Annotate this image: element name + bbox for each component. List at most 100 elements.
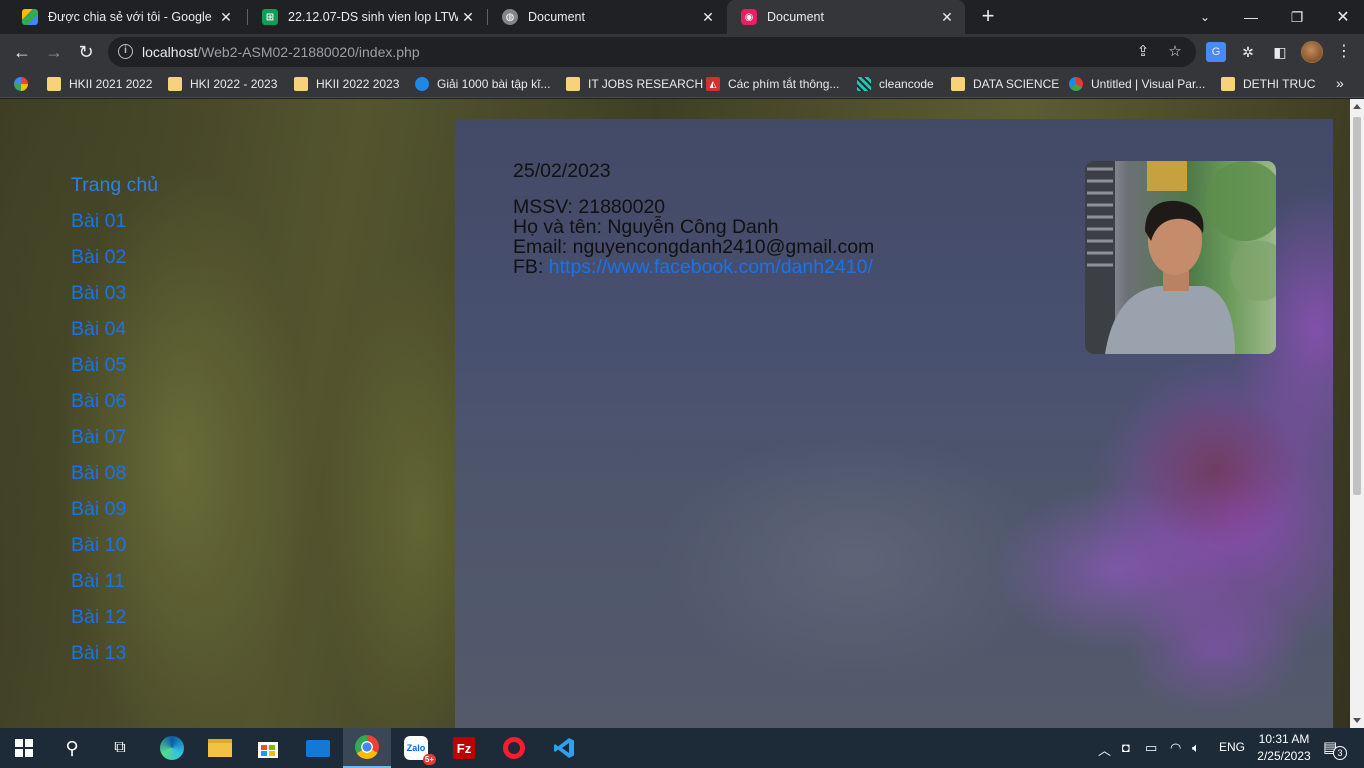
forward-icon[interactable]: → [40,38,68,66]
side-nav: Trang chủ Bài 01 Bài 02 Bài 03 Bài 04 Bà… [71,167,158,671]
close-tab-icon[interactable]: ✕ [458,9,478,26]
nav-link-bai-04[interactable]: Bài 04 [71,311,158,347]
meet-now-icon[interactable]: ◘ [1122,740,1130,755]
battery-icon[interactable]: ▭ [1145,740,1157,756]
search-icon[interactable]: ⚲ [48,728,96,768]
name-label: Họ và tên: [513,216,602,238]
close-tab-icon[interactable]: ✕ [937,9,957,26]
facebook-link[interactable]: https://www.facebook.com/danh2410/ [549,256,873,278]
tab-google-sheets[interactable]: ⊞ 22.12.07-DS sinh vien lop LTWeb ✕ [248,0,486,34]
windows-start-icon[interactable] [0,728,48,768]
google-translate-icon[interactable]: G [1206,42,1226,62]
scroll-thumb[interactable] [1353,117,1361,495]
close-tab-icon[interactable]: ✕ [698,9,718,26]
menu-icon[interactable]: ⋮ [1334,42,1354,62]
nav-link-bai-08[interactable]: Bài 08 [71,455,158,491]
zalo-icon[interactable]: Zalo 5+ [392,728,440,768]
volume-icon[interactable]: 🔈︎ [1192,740,1200,756]
nav-link-bai-01[interactable]: Bài 01 [71,203,158,239]
bookmark-hki-2022-2023[interactable]: HKI 2022 - 2023 [168,75,277,93]
bookmark-label: Các phím tắt thông... [728,77,840,91]
nav-link-bai-03[interactable]: Bài 03 [71,275,158,311]
window-close-icon[interactable]: ✕ [1320,0,1364,34]
nav-link-home[interactable]: Trang chủ [71,167,158,203]
profile-avatar[interactable] [1301,41,1323,63]
bookmark-giai-1000-bai-tap[interactable]: Giải 1000 bài tập kĩ... [415,75,550,93]
student-info: MSSV: 21880020 Họ và tên: Nguyễn Công Da… [513,197,874,277]
url-path: /Web2-ASM02-21880020/index.php [197,44,420,60]
bookmark-dethi-truc[interactable]: DETHI TRUC [1221,75,1315,93]
opera-icon[interactable] [490,728,538,768]
bookmark-label: DATA SCIENCE [973,77,1060,91]
email-value: nguyencongdanh2410@gmail.com [572,236,875,258]
bookmark-star-icon[interactable]: ☆ [1166,43,1184,61]
nav-link-bai-10[interactable]: Bài 10 [71,527,158,563]
wifi-icon[interactable]: ◠ [1170,740,1181,756]
language-indicator[interactable]: ENG [1219,740,1245,754]
name-value: Nguyễn Công Danh [607,216,779,238]
tray-overflow-icon[interactable]: ︿ [1098,740,1111,759]
tab-google-drive[interactable]: Được chia sẻ với tôi - Google Drive ✕ [8,0,244,34]
system-clock[interactable]: 10:31 AM 2/25/2023 [1253,731,1315,765]
chrome-icon[interactable] [343,728,391,768]
file-explorer-icon[interactable] [196,728,244,768]
windows-taskbar: ⚲ ⧉ Zalo 5+ Fz ︿ ◘ ▭ ◠ 🔈︎ ENG 10:31 AM 2… [0,728,1364,768]
nav-link-bai-13[interactable]: Bài 13 [71,635,158,671]
address-bar[interactable]: i localhost/Web2-ASM02-21880020/index.ph… [108,37,1196,67]
nav-link-bai-12[interactable]: Bài 12 [71,599,158,635]
browser-toolbar: ← → ↻ i localhost/Web2-ASM02-21880020/in… [0,34,1364,70]
bookmark-hkii-2021-2022[interactable]: HKII 2021 2022 [47,75,152,93]
filezilla-icon[interactable]: Fz [440,728,488,768]
mssv-value: 21880020 [578,196,666,218]
nav-link-bai-09[interactable]: Bài 09 [71,491,158,527]
email-label: Email: [513,236,568,258]
url-text[interactable]: localhost/Web2-ASM02-21880020/index.php [142,44,420,60]
tab-document-active[interactable]: ◉ Document ✕ [727,0,965,34]
side-panel-icon[interactable]: ◧ [1270,42,1290,62]
back-icon[interactable]: ← [8,38,36,66]
nav-link-bai-05[interactable]: Bài 05 [71,347,158,383]
page-date: 25/02/2023 [513,160,611,182]
tab-search-icon[interactable]: ⌄ [1182,0,1228,34]
google-icon[interactable] [14,75,28,93]
bookmark-data-science[interactable]: DATA SCIENCE [951,75,1059,93]
reload-icon[interactable]: ↻ [72,38,100,66]
tab-title: 22.12.07-DS sinh vien lop LTWeb [288,10,458,24]
nav-link-bai-11[interactable]: Bài 11 [71,563,158,599]
notification-center-icon[interactable]: ▤ 3 [1323,738,1347,760]
web-app-icon: ◉ [741,9,757,25]
bookmark-it-jobs-research[interactable]: IT JOBS RESEARCH [566,75,703,93]
tab-title: Document [528,10,585,24]
email-row: Email: nguyencongdanh2410@gmail.com [513,237,874,257]
page-scrollbar[interactable] [1350,99,1364,728]
droplet-site-icon [415,77,429,91]
bookmark-cac-phim-tat[interactable]: ◭ Các phím tắt thông... [706,75,839,93]
microsoft-store-icon[interactable] [244,728,292,768]
bookmark-label: cleancode [879,77,934,91]
bookmark-cleancode[interactable]: cleancode [857,75,934,93]
site-info-icon[interactable]: i [118,44,133,59]
new-tab-icon[interactable]: + [976,5,1000,29]
bookmark-label: DETHI TRUC [1243,77,1316,91]
extensions-icon[interactable]: ✲ [1238,42,1258,62]
bookmark-visual-paradigm[interactable]: Untitled | Visual Par... [1069,75,1205,93]
scroll-down-icon[interactable] [1353,718,1361,723]
close-tab-icon[interactable]: ✕ [216,9,236,26]
vscode-icon[interactable] [540,728,588,768]
url-host: localhost [142,44,198,60]
nav-link-bai-02[interactable]: Bài 02 [71,239,158,275]
mail-icon[interactable] [294,728,342,768]
minimize-icon[interactable]: — [1228,0,1274,34]
folder-icon [1221,77,1235,91]
bookmark-hkii-2022-2023[interactable]: HKII 2022 2023 [294,75,399,93]
edge-icon[interactable] [148,728,196,768]
bookmarks-overflow-icon[interactable]: » [1336,75,1344,91]
zalo-badge: 5+ [422,754,436,765]
nav-link-bai-07[interactable]: Bài 07 [71,419,158,455]
task-view-icon[interactable]: ⧉ [96,728,144,768]
tab-document[interactable]: ◍ Document ✕ [488,0,726,34]
scroll-up-icon[interactable] [1353,104,1361,109]
nav-link-bai-06[interactable]: Bài 06 [71,383,158,419]
restore-icon[interactable]: ❐ [1274,0,1320,34]
share-icon[interactable]: ⇪ [1134,43,1152,61]
